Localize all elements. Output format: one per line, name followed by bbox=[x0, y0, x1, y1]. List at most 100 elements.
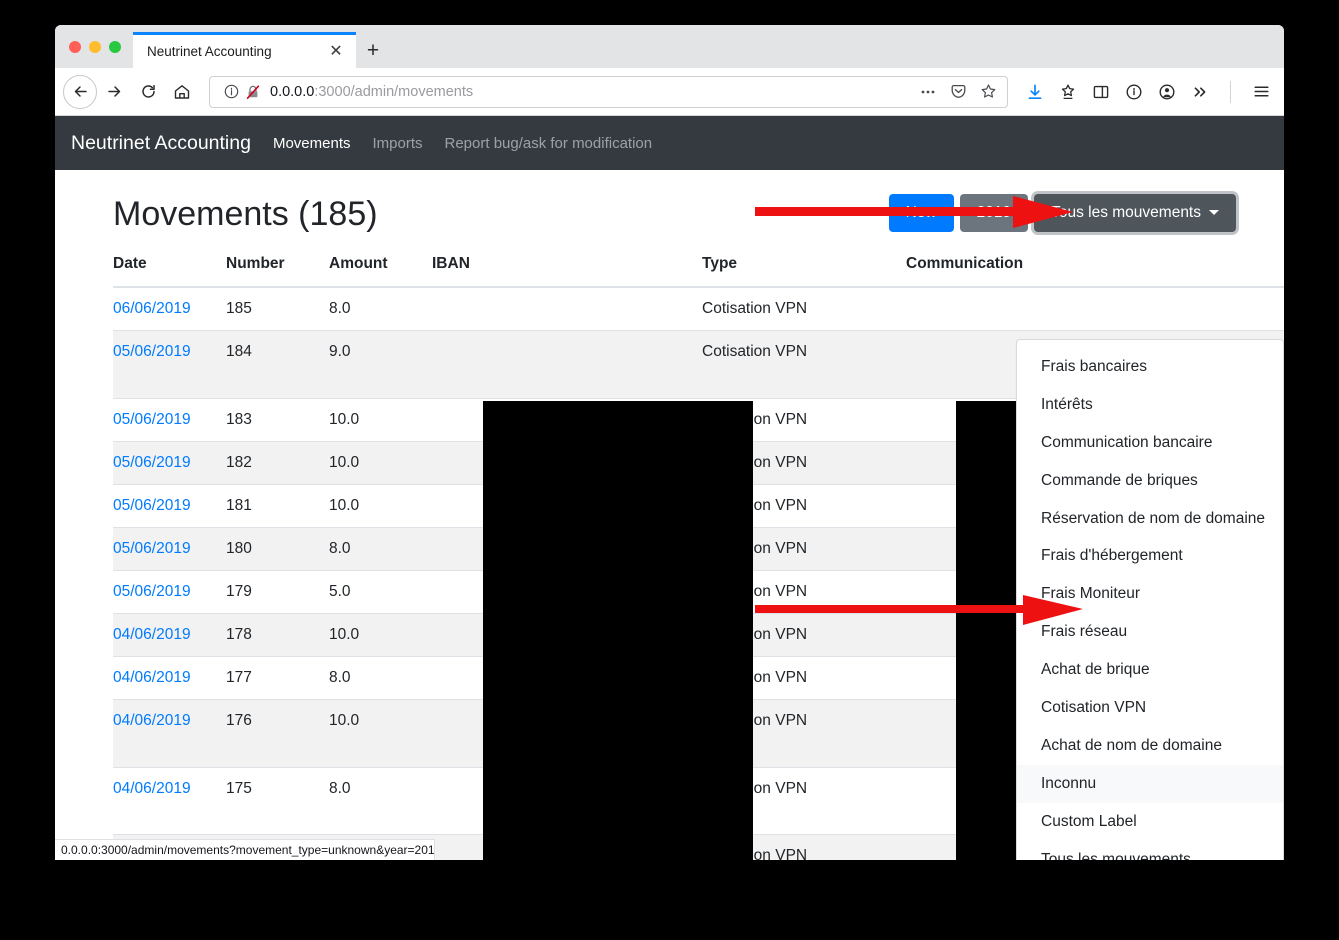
cell-date[interactable]: 05/06/2019 bbox=[113, 330, 226, 399]
date-link[interactable]: 05/06/2019 bbox=[113, 343, 191, 360]
cell-date[interactable]: 05/06/2019 bbox=[113, 570, 226, 614]
date-link[interactable]: 04/06/2019 bbox=[113, 669, 191, 686]
app-brand[interactable]: Neutrinet Accounting bbox=[71, 132, 251, 155]
movement-type-dropdown-menu: Frais bancaires Intérêts Communication ban… bbox=[1016, 339, 1284, 860]
cell-amount: 10.0 bbox=[329, 484, 432, 528]
cell-date[interactable]: 05/06/2019 bbox=[113, 398, 226, 442]
new-button[interactable]: New bbox=[888, 194, 954, 232]
plus-icon[interactable]: + bbox=[356, 32, 390, 68]
tab-strip: Neutrinet Accounting ✕ + bbox=[55, 25, 1284, 68]
pocket-icon[interactable] bbox=[947, 81, 969, 103]
cell-date[interactable]: 04/06/2019 bbox=[113, 656, 226, 700]
nav-link-movements[interactable]: Movements bbox=[273, 135, 351, 152]
dropdown-item-custom-label[interactable]: Custom Label bbox=[1017, 803, 1283, 841]
column-header-number[interactable]: Number bbox=[226, 242, 329, 288]
date-link[interactable]: 05/06/2019 bbox=[113, 540, 191, 557]
date-link[interactable]: 04/06/2019 bbox=[113, 626, 191, 643]
cell-date[interactable]: 04/06/2019 bbox=[113, 767, 226, 835]
table-row[interactable]: 06/06/2019 185 8.0 Cotisation VPN bbox=[113, 286, 1284, 331]
cell-date[interactable]: 04/06/2019 bbox=[113, 699, 226, 768]
home-icon[interactable] bbox=[165, 75, 199, 109]
movement-type-filter-dropdown-button[interactable]: Tous les mouvements bbox=[1034, 194, 1236, 232]
dropdown-item-frais-bancaires[interactable]: Frais bancaires bbox=[1017, 348, 1283, 386]
cell-number: 176 bbox=[226, 699, 329, 768]
cell-date[interactable]: 05/06/2019 bbox=[113, 527, 226, 571]
nav-link-imports[interactable]: Imports bbox=[372, 135, 422, 152]
cell-date[interactable]: 04/06/2019 bbox=[113, 613, 226, 657]
column-header-communication[interactable]: Communication bbox=[906, 242, 1284, 288]
page-title-row: Movements (185) New 2019 Tous les mouvem… bbox=[113, 170, 1284, 242]
bookmark-star-icon[interactable] bbox=[1057, 81, 1079, 103]
dropdown-item-frais-r-seau[interactable]: Frais réseau bbox=[1017, 613, 1283, 651]
dropdown-item-tous-les-mouvements[interactable]: Tous les mouvements bbox=[1017, 841, 1283, 860]
container-circle-icon[interactable] bbox=[1123, 81, 1145, 103]
info-circle-icon[interactable] bbox=[220, 81, 242, 103]
column-header-type[interactable]: Type bbox=[702, 242, 906, 288]
date-link[interactable]: 05/06/2019 bbox=[113, 411, 191, 428]
browser-nav-toolbar: 0.0.0.0:3000/admin/movements bbox=[55, 68, 1284, 116]
dropdown-item-achat-de-brique[interactable]: Achat de brique bbox=[1017, 651, 1283, 689]
dropdown-item-frais-d-h-bergement[interactable]: Frais d'hébergement bbox=[1017, 537, 1283, 575]
dropdown-item-r-servation-de-nom-de-domaine[interactable]: Réservation de nom de domaine bbox=[1017, 500, 1283, 538]
browser-window: Neutrinet Accounting ✕ + 0.0.0.0:3000/ad… bbox=[55, 25, 1284, 860]
date-link[interactable]: 05/06/2019 bbox=[113, 583, 191, 600]
cell-number: 177 bbox=[226, 656, 329, 700]
cell-number: 185 bbox=[226, 286, 329, 331]
back-arrow-icon[interactable] bbox=[63, 74, 97, 109]
app-navbar: Neutrinet Accounting Movements Imports R… bbox=[55, 116, 1284, 170]
dropdown-item-inconnu[interactable]: Inconnu bbox=[1017, 764, 1283, 803]
dropdown-item-cotisation-vpn[interactable]: Cotisation VPN bbox=[1017, 689, 1283, 727]
hamburger-menu-icon[interactable] bbox=[1250, 81, 1272, 103]
date-link[interactable]: 04/06/2019 bbox=[113, 712, 191, 729]
column-header-iban[interactable]: IBAN bbox=[432, 242, 702, 288]
cell-date[interactable]: 05/06/2019 bbox=[113, 441, 226, 485]
year-button[interactable]: 2019 bbox=[959, 194, 1029, 232]
cell-type: Cotisation VPN bbox=[702, 286, 906, 331]
dropdown-item-commande-de-briques[interactable]: Commande de briques bbox=[1017, 462, 1283, 500]
dropdown-item-achat-de-nom-de-domaine[interactable]: Achat de nom de domaine bbox=[1017, 727, 1283, 765]
date-link[interactable]: 06/06/2019 bbox=[113, 300, 191, 317]
maximize-window-button[interactable] bbox=[109, 40, 121, 53]
close-icon[interactable]: ✕ bbox=[326, 42, 346, 62]
account-avatar-icon[interactable] bbox=[1156, 81, 1178, 103]
iban-column-redaction bbox=[483, 401, 753, 860]
cell-communication bbox=[906, 286, 1284, 331]
nav-link-report-bug[interactable]: Report bug/ask for modification bbox=[445, 135, 653, 152]
download-arrow-icon[interactable] bbox=[1024, 81, 1046, 103]
crossed-lock-icon[interactable] bbox=[242, 81, 264, 103]
ellipsis-icon[interactable] bbox=[917, 81, 939, 103]
minimize-window-button[interactable] bbox=[89, 40, 101, 53]
cell-amount: 8.0 bbox=[329, 286, 432, 331]
sidebar-panel-icon[interactable] bbox=[1090, 81, 1112, 103]
date-link[interactable]: 05/06/2019 bbox=[113, 454, 191, 471]
dropdown-item-communication-bancaire[interactable]: Communication bancaire bbox=[1017, 424, 1283, 462]
cell-amount: 10.0 bbox=[329, 441, 432, 485]
date-link[interactable]: 04/06/2019 bbox=[113, 780, 191, 797]
browser-tab[interactable]: Neutrinet Accounting ✕ bbox=[133, 32, 356, 68]
reload-icon[interactable] bbox=[131, 75, 165, 109]
column-header-amount[interactable]: Amount bbox=[329, 242, 432, 288]
page-viewport: Neutrinet Accounting Movements Imports R… bbox=[55, 116, 1284, 860]
dropdown-item-frais-moniteur[interactable]: Frais Moniteur bbox=[1017, 575, 1283, 613]
cell-date[interactable]: 06/06/2019 bbox=[113, 286, 226, 331]
movements-table-head: Date Number Amount IBAN Type Communicati… bbox=[113, 242, 1284, 288]
cell-date[interactable]: 05/06/2019 bbox=[113, 484, 226, 528]
url-address-bar[interactable]: 0.0.0.0:3000/admin/movements bbox=[209, 75, 1008, 108]
cell-number: 181 bbox=[226, 484, 329, 528]
column-header-date[interactable]: Date bbox=[113, 242, 226, 288]
cell-iban bbox=[432, 286, 702, 331]
cell-number: 182 bbox=[226, 441, 329, 485]
cell-number: 175 bbox=[226, 767, 329, 835]
browser-tab-title: Neutrinet Accounting bbox=[147, 44, 272, 59]
cell-amount: 5.0 bbox=[329, 570, 432, 614]
dropdown-item-int-r-ts[interactable]: Intérêts bbox=[1017, 386, 1283, 424]
cell-number: 183 bbox=[226, 398, 329, 442]
star-icon[interactable] bbox=[977, 81, 999, 103]
forward-arrow-icon[interactable] bbox=[97, 75, 131, 109]
close-window-button[interactable] bbox=[69, 40, 81, 53]
cell-number: 184 bbox=[226, 330, 329, 399]
double-chevron-icon[interactable] bbox=[1189, 81, 1211, 103]
cell-amount: 9.0 bbox=[329, 330, 432, 399]
cell-iban bbox=[432, 330, 702, 399]
date-link[interactable]: 05/06/2019 bbox=[113, 497, 191, 514]
